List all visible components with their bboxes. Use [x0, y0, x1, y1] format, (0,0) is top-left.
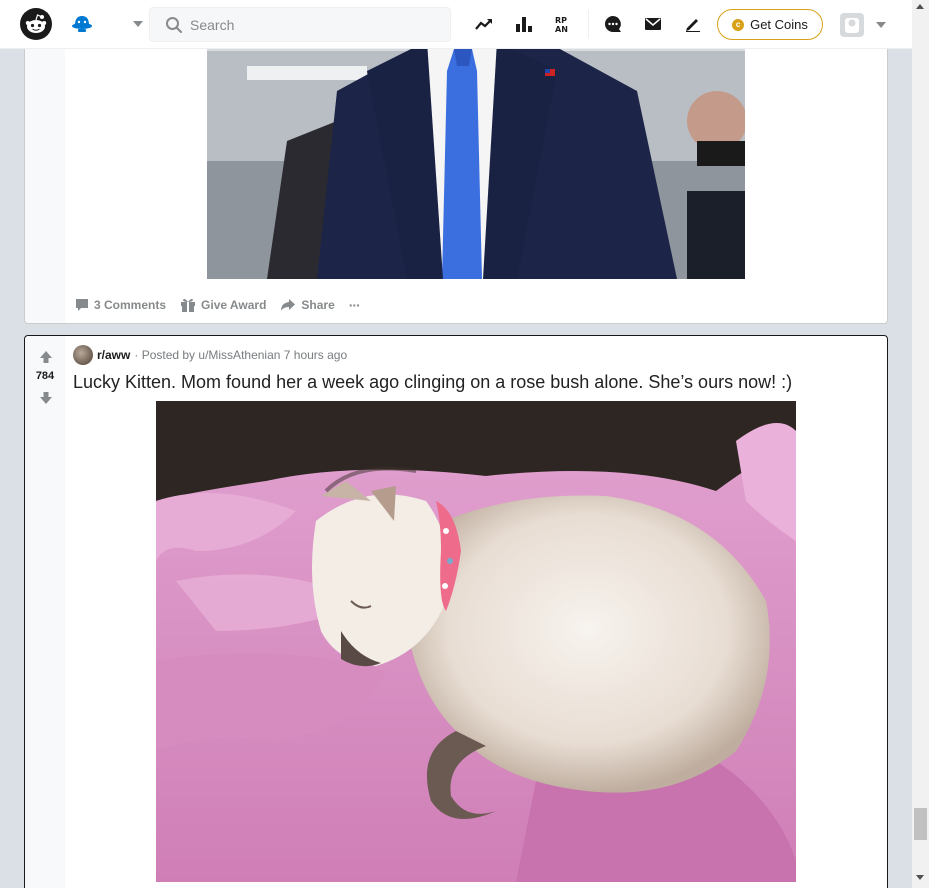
chevron-down-icon[interactable] [133, 21, 143, 27]
create-post-pencil-icon[interactable] [681, 12, 705, 36]
mail-icon[interactable] [641, 12, 665, 36]
comment-icon [76, 299, 88, 311]
rpan-icon[interactable]: RP AN [552, 12, 576, 36]
reddit-logo-icon[interactable] [20, 8, 52, 40]
popular-trending-icon[interactable] [472, 12, 496, 36]
post-card[interactable]: 3 Comments Give Award Share ··· [24, 10, 888, 324]
chat-icon[interactable] [601, 12, 625, 36]
top-header: RPAN c Get Coins [0, 0, 912, 49]
search-icon [166, 16, 182, 33]
vote-score: 784 [35, 370, 55, 382]
user-avatar[interactable] [840, 13, 864, 37]
post-image[interactable] [207, 11, 745, 279]
user-menu-chevron-icon[interactable] [876, 22, 886, 28]
upvote-arrow-icon[interactable] [39, 350, 53, 369]
comments-button[interactable]: 3 Comments [75, 298, 166, 312]
post-meta: r/aww · Posted by u/MissAthenian 7 hours… [73, 345, 347, 365]
search-bar[interactable] [149, 7, 451, 42]
post-image[interactable] [156, 401, 796, 882]
vote-column [25, 11, 65, 323]
header-divider [588, 10, 589, 38]
share-button[interactable]: Share [280, 298, 335, 312]
vote-column: 784 [25, 336, 65, 888]
search-input[interactable] [190, 16, 430, 33]
share-icon [281, 299, 296, 311]
scroll-up-arrow-icon[interactable] [916, 4, 924, 9]
give-award-button[interactable]: Give Award [180, 297, 266, 313]
more-options-button[interactable]: ··· [348, 297, 361, 313]
gift-icon [181, 298, 196, 312]
more-options-icon: ··· [348, 297, 361, 313]
post-card[interactable]: 784 r/aww · Posted by u/MissAthenian 7 h… [24, 335, 888, 888]
vertical-scrollbar[interactable] [912, 0, 929, 888]
svg-text:AN: AN [555, 25, 568, 33]
subreddit-avatar[interactable] [73, 345, 93, 365]
give-award-label: Give Award [201, 298, 267, 312]
scrollbar-thumb[interactable] [914, 808, 927, 840]
scroll-down-arrow-icon[interactable] [916, 875, 924, 880]
get-coins-button[interactable]: c Get Coins [717, 9, 823, 40]
share-label: Share [301, 298, 335, 312]
home-feed-icon[interactable] [70, 13, 94, 35]
svg-text:RP: RP [555, 16, 567, 25]
subreddit-link[interactable]: r/aww [97, 348, 130, 362]
posted-by-text: · Posted by u/MissAthenian 7 hours ago [134, 348, 348, 362]
downvote-arrow-icon[interactable] [39, 391, 53, 410]
get-coins-label: Get Coins [750, 17, 808, 32]
all-stats-icon[interactable] [512, 12, 536, 36]
post-title[interactable]: Lucky Kitten. Mom found her a week ago c… [73, 372, 792, 393]
post-actions: 3 Comments Give Award Share ··· [75, 297, 374, 313]
comments-label: 3 Comments [94, 298, 167, 312]
coin-icon: c [732, 18, 745, 31]
